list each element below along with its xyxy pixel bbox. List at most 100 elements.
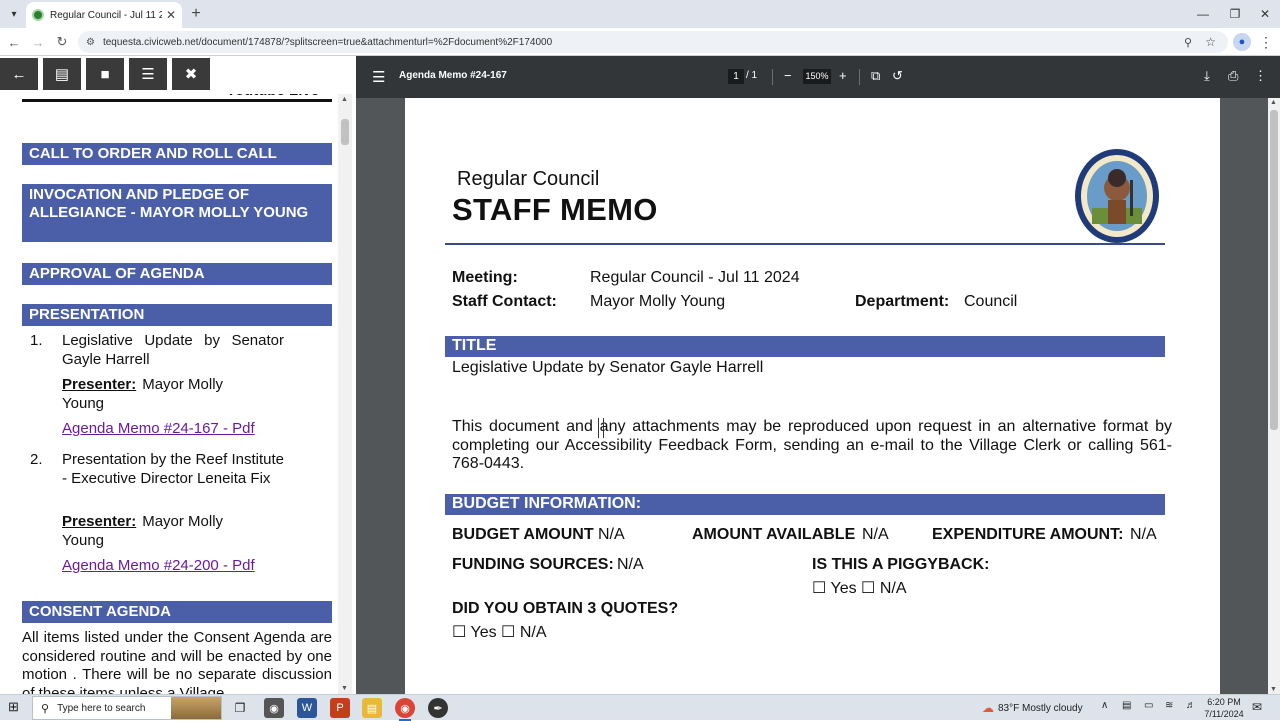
new-tab-button[interactable]: +	[186, 4, 206, 24]
taskbar-search-input[interactable]: ⚲ Type here to search	[32, 696, 222, 720]
restore-button[interactable]: ❐	[1218, 0, 1252, 28]
notification-icon[interactable]: ✉	[1252, 700, 1262, 714]
agenda-memo-link[interactable]: Agenda Memo #24-200 - Pdf	[62, 557, 255, 574]
agenda-panel: Youtube Live ← ▤ ■ ☰ ✖ CALL TO ORDER AND…	[0, 56, 352, 694]
pdf-page: Regular Council STAFF MEMO Meeting: Regu…	[405, 98, 1220, 694]
amount-available-value: N/A	[862, 526, 889, 543]
text-cursor	[598, 418, 604, 438]
toolbar-separator	[772, 69, 773, 85]
forward-arrow-icon[interactable]: →	[28, 32, 48, 52]
civicweb-favicon-icon	[32, 9, 44, 21]
meeting-value: Regular Council - Jul 11 2024	[590, 269, 800, 286]
network-icon[interactable]: ▤	[1122, 700, 1131, 711]
download-icon[interactable]: ⤓	[1204, 68, 1210, 84]
profile-avatar-icon[interactable]: ●	[1233, 33, 1251, 51]
scrollbar-thumb[interactable]	[1270, 110, 1278, 430]
document-icon[interactable]: ▤	[43, 58, 81, 90]
tab-bar: ▾ Regular Council - Jul 11 2024 · ✕ + — …	[0, 0, 1280, 28]
meeting-label: Meeting:	[452, 269, 518, 286]
zoom-level-input[interactable]: 150%	[803, 69, 831, 84]
expenditure-amount-label: EXPENDITURE AMOUNT:	[932, 526, 1124, 543]
weather-widget[interactable]: ☁ 83°F Mostly cloudy	[982, 701, 1083, 715]
rotate-icon[interactable]: ↺	[892, 68, 903, 84]
page-number-input[interactable]: 1	[728, 69, 744, 84]
search-icon: ⚲	[41, 702, 50, 715]
chrome-icon[interactable]: ◉	[395, 698, 415, 721]
presenter-label: Presenter:	[62, 376, 137, 393]
windows-start-icon[interactable]: ⊞	[8, 700, 22, 714]
fit-to-page-icon[interactable]: ⧉	[871, 68, 880, 84]
pen-app-icon[interactable]: ✒	[428, 698, 448, 718]
pdf-more-icon[interactable]: ⋮	[1254, 68, 1267, 84]
quotes-options: ☐ Yes ☐ N/A	[452, 624, 547, 641]
section-approval-of-agenda[interactable]: APPROVAL OF AGENDA	[22, 263, 332, 285]
piggyback-options: ☐ Yes ☐ N/A	[812, 580, 907, 597]
close-split-icon[interactable]: ✖	[172, 58, 210, 90]
window-close-button[interactable]: ✕	[1248, 0, 1280, 28]
staff-contact-label: Staff Contact:	[452, 293, 557, 310]
section-consent-agenda[interactable]: CONSENT AGENDA	[22, 601, 332, 623]
minimize-button[interactable]: —	[1186, 0, 1220, 28]
url-input[interactable]: ⚙ tequesta.civicweb.net/document/174878/…	[78, 31, 1228, 53]
browser-tab[interactable]: Regular Council - Jul 11 2024 · ✕	[26, 2, 182, 28]
taskbar-clock[interactable]: 6:20 PM 7/11/2024	[1202, 696, 1246, 720]
zoom-in-icon[interactable]: +	[839, 68, 847, 83]
windows-taskbar: ⊞ ⚲ Type here to search ❐ ◉ W P ▤ ◉ ✒ ☁ …	[0, 694, 1280, 721]
accessibility-paragraph: This document and any attachments may be…	[452, 418, 1172, 472]
section-call-to-order[interactable]: CALL TO ORDER AND ROLL CALL	[22, 143, 332, 165]
file-explorer-icon[interactable]: ▤	[362, 698, 382, 718]
piggyback-label: IS THIS A PIGGYBACK:	[812, 556, 990, 573]
pdf-document-title: Agenda Memo #24-167	[399, 70, 507, 81]
item-presenter: Presenter: Mayor Molly Young	[62, 376, 262, 413]
battery-icon[interactable]: ▭	[1144, 700, 1153, 711]
task-view-icon[interactable]: ❐	[230, 698, 250, 718]
presenter-label: Presenter:	[62, 513, 137, 530]
item-title: Legislative Update by Senator Gayle Harr…	[62, 332, 284, 368]
scroll-down-icon[interactable]: ▼	[1270, 686, 1277, 693]
scrollbar-thumb[interactable]	[341, 119, 349, 145]
expenditure-amount-value: N/A	[1130, 526, 1157, 543]
item-presenter: Presenter: Mayor Molly Young	[62, 513, 262, 550]
search-placeholder: Type here to search	[57, 702, 146, 714]
agenda-scrollbar[interactable]: ▲ ▼	[338, 94, 352, 694]
budget-band: BUDGET INFORMATION:	[445, 494, 1165, 515]
print-icon[interactable]: ⎙	[1228, 68, 1238, 84]
agenda-memo-link[interactable]: Agenda Memo #24-167 - Pdf	[62, 420, 255, 437]
toolbar-separator	[859, 69, 860, 85]
tray-overflow-icon[interactable]: ∧	[1101, 700, 1108, 711]
zoom-icon[interactable]: ⚲	[1184, 36, 1192, 49]
search-highlight-image	[171, 697, 221, 719]
quotes-label: DID YOU OBTAIN 3 QUOTES?	[452, 600, 679, 617]
tab-search-button[interactable]: ▾	[4, 4, 24, 24]
pdf-menu-icon[interactable]: ☰	[372, 68, 385, 86]
site-settings-icon[interactable]: ⚙	[86, 37, 95, 48]
section-presentation[interactable]: PRESENTATION	[22, 304, 332, 326]
scroll-up-icon[interactable]: ▲	[1270, 99, 1277, 106]
bookmark-star-icon[interactable]: ☆	[1205, 35, 1216, 49]
scroll-down-icon[interactable]: ▼	[341, 685, 348, 692]
volume-icon[interactable]: ♬	[1186, 700, 1196, 711]
minutes-icon[interactable]: ☰	[129, 58, 167, 90]
agenda-item[interactable]: 1. Legislative Update by Senator Gayle H…	[22, 332, 284, 372]
reload-icon[interactable]: ↻	[52, 32, 72, 52]
memo-header-rule	[445, 243, 1165, 245]
wifi-icon[interactable]: ≋	[1165, 700, 1173, 711]
app-icon[interactable]: ◉	[264, 698, 284, 718]
browser-menu-icon[interactable]: ⋮	[1258, 32, 1274, 52]
word-icon[interactable]: W	[297, 698, 317, 718]
scroll-up-icon[interactable]: ▲	[341, 96, 348, 103]
tab-close-icon[interactable]: ✕	[166, 8, 176, 22]
pdf-scrollbar[interactable]: ▲ ▼	[1268, 98, 1280, 694]
agenda-toolbar: ← ▤ ■ ☰ ✖	[0, 56, 352, 94]
zoom-out-icon[interactable]: −	[784, 68, 792, 83]
video-camera-icon[interactable]: ■	[86, 58, 124, 90]
section-invocation[interactable]: INVOCATION AND PLEDGE OF ALLEGIANCE - MA…	[22, 184, 332, 242]
agenda-item[interactable]: 2. Presentation by the Reef Institute - …	[22, 451, 284, 509]
weather-cloud-icon: ☁	[982, 701, 994, 715]
budget-amount-value: N/A	[598, 526, 625, 543]
back-arrow-icon[interactable]: ←	[0, 58, 38, 90]
item-number: 1.	[30, 332, 43, 349]
memo-title-text: Legislative Update by Senator Gayle Harr…	[452, 359, 764, 376]
back-arrow-icon[interactable]: ←	[4, 32, 24, 52]
powerpoint-icon[interactable]: P	[330, 698, 350, 718]
